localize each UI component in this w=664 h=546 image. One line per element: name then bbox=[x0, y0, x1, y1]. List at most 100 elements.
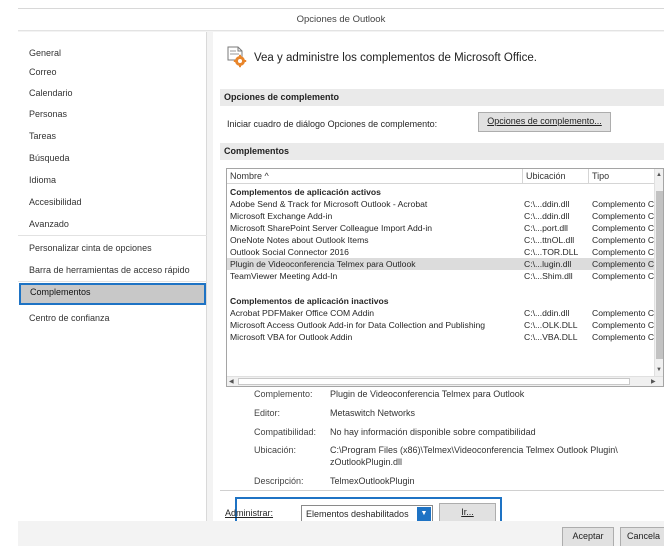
addin-type: Complemento C bbox=[592, 247, 655, 257]
nav-separator bbox=[18, 281, 207, 282]
window-title: Opciones de Outlook bbox=[296, 14, 386, 25]
group-header-inactive: Complementos de aplicación inactivos bbox=[230, 296, 389, 306]
title-bar: Opciones de Outlook bbox=[18, 9, 664, 31]
column-location[interactable]: Ubicación bbox=[523, 169, 589, 184]
table-row[interactable]: TeamViewer Meeting Add-In C:\...Shim.dll C… bbox=[227, 270, 657, 282]
outlook-options-window: Opciones de Outlook General Correo Calen… bbox=[0, 0, 664, 546]
nav-item-calendario[interactable]: Calendario bbox=[18, 84, 207, 103]
table-row[interactable]: Microsoft VBA for Outlook Addin C:\...VBA… bbox=[227, 331, 657, 343]
addin-location: C:\...port.dll bbox=[524, 223, 568, 233]
table-row[interactable]: Microsoft Exchange Add-in C:\...ddin.dll C… bbox=[227, 210, 657, 222]
addin-type: Complemento C bbox=[592, 308, 655, 318]
addin-type: Complemento C bbox=[592, 271, 655, 281]
go-button[interactable]: Ir... bbox=[439, 503, 496, 523]
addin-location: C:\...ddin.dll bbox=[524, 211, 570, 221]
go-button-label: Ir... bbox=[461, 507, 474, 517]
addin-name: Microsoft Access Outlook Add-in for Data… bbox=[230, 320, 486, 330]
addin-type: Complemento C bbox=[592, 199, 655, 209]
nav-item-idioma[interactable]: Idioma bbox=[18, 171, 207, 190]
detail-location-value: C:\Program Files (x86)\Telmex\Videoconfe… bbox=[330, 445, 618, 455]
scroll-left-icon[interactable]: ◀ bbox=[229, 378, 234, 386]
addin-type: Complemento C bbox=[592, 332, 655, 342]
addin-name: OneNote Notes about Outlook Items bbox=[230, 235, 369, 245]
nav-item-centro-confianza[interactable]: Centro de confianza bbox=[18, 309, 207, 328]
addin-location: C:\...lugin.dll bbox=[524, 259, 572, 269]
addin-name: Plugin de Videoconferencia Telmex para O… bbox=[230, 259, 416, 269]
nav-item-personalizar-cinta[interactable]: Personalizar cinta de opciones bbox=[18, 239, 207, 258]
addin-name: Outlook Social Connector 2016 bbox=[230, 247, 349, 257]
detail-description-value: TelmexOutlookPlugin bbox=[330, 476, 415, 486]
nav-item-accesibilidad[interactable]: Accesibilidad bbox=[18, 193, 207, 212]
ok-button[interactable]: Aceptar bbox=[562, 527, 614, 546]
nav-item-barra-acceso-rapido[interactable]: Barra de herramientas de acceso rápido bbox=[18, 261, 207, 280]
table-row[interactable]: Microsoft Access Outlook Add-in for Data… bbox=[227, 319, 657, 331]
detail-publisher-value: Metaswitch Networks bbox=[330, 408, 416, 418]
nav-item-correo[interactable]: Correo bbox=[18, 63, 207, 82]
addin-location: C:\...VBA.DLL bbox=[524, 332, 578, 342]
detail-compat-label: Compatibilidad: bbox=[254, 427, 317, 437]
addin-name: Microsoft SharePoint Server Colleague Im… bbox=[230, 223, 433, 233]
nav-item-busqueda[interactable]: Búsqueda bbox=[18, 149, 207, 168]
addin-name: Adobe Send & Track for Microsoft Outlook… bbox=[230, 199, 428, 209]
detail-addin-value: Plugin de Videoconferencia Telmex para O… bbox=[330, 389, 525, 399]
detail-addin-label: Complemento: bbox=[254, 389, 313, 399]
divider bbox=[220, 490, 664, 491]
horizontal-scrollbar[interactable]: ◀ ▶ bbox=[227, 376, 663, 386]
detail-location-label: Ubicación: bbox=[254, 445, 297, 455]
addin-type: Complemento C bbox=[592, 259, 655, 269]
cancel-button[interactable]: Cancela bbox=[620, 527, 664, 546]
addin-options-header: Opciones de complemento bbox=[220, 89, 664, 106]
addin-options-button-label: Opciones de complemento... bbox=[487, 116, 602, 126]
table-row[interactable]: Outlook Social Connector 2016 C:\...TOR.D… bbox=[227, 246, 657, 258]
addin-location: C:\...ddin.dll bbox=[524, 308, 570, 318]
addin-options-button[interactable]: Opciones de complemento... bbox=[478, 112, 611, 132]
detail-compat-value: No hay información disponible sobre comp… bbox=[330, 427, 536, 437]
list-header: Nombre ^ Ubicación Tipo bbox=[227, 169, 663, 184]
addin-type: Complemento C bbox=[592, 223, 655, 233]
addin-location: C:\...ttnOL.dll bbox=[524, 235, 575, 245]
scroll-up-icon[interactable]: ▲ bbox=[656, 171, 662, 179]
addin-location: C:\...ddin.dll bbox=[524, 199, 570, 209]
nav-item-personas[interactable]: Personas bbox=[18, 105, 207, 124]
table-row[interactable]: Adobe Send & Track for Microsoft Outlook… bbox=[227, 198, 657, 210]
column-type[interactable]: Tipo bbox=[589, 169, 659, 184]
table-row[interactable]: OneNote Notes about Outlook Items C:\...t… bbox=[227, 234, 657, 246]
column-name[interactable]: Nombre ^ bbox=[227, 169, 523, 184]
addin-name: TeamViewer Meeting Add-In bbox=[230, 271, 338, 281]
scroll-right-icon[interactable]: ▶ bbox=[651, 378, 656, 386]
addin-location: C:\...TOR.DLL bbox=[524, 247, 579, 257]
table-row-selected[interactable]: Plugin de Videoconferencia Telmex para O… bbox=[227, 258, 657, 270]
addins-panel: Vea y administre los complementos de Mic… bbox=[213, 32, 664, 528]
scroll-down-icon[interactable]: ▼ bbox=[656, 366, 662, 374]
addin-type: Complemento C bbox=[592, 235, 655, 245]
addin-name: Microsoft Exchange Add-in bbox=[230, 211, 333, 221]
addin-location: C:\...Shim.dll bbox=[524, 271, 573, 281]
addin-gear-icon bbox=[227, 46, 247, 68]
addin-type: Complemento C bbox=[592, 211, 655, 221]
table-row[interactable]: Microsoft SharePoint Server Colleague Im… bbox=[227, 222, 657, 234]
nav-item-general[interactable]: General bbox=[18, 44, 207, 63]
nav-separator bbox=[18, 235, 207, 236]
horizontal-scroll-thumb[interactable] bbox=[238, 378, 630, 385]
detail-publisher-label: Editor: bbox=[254, 408, 281, 418]
vertical-scrollbar[interactable]: ▲ ▼ bbox=[654, 169, 663, 376]
addin-type: Complemento C bbox=[592, 320, 655, 330]
dialog: Opciones de Outlook General Correo Calen… bbox=[18, 8, 664, 546]
addin-name: Acrobat PDFMaker Office COM Addin bbox=[230, 308, 375, 318]
addins-list[interactable]: Nombre ^ Ubicación Tipo Complementos de … bbox=[226, 168, 664, 387]
addin-location: C:\...OLK.DLL bbox=[524, 320, 578, 330]
nav-item-avanzado[interactable]: Avanzado bbox=[18, 215, 207, 234]
chevron-down-icon[interactable]: ▼ bbox=[417, 507, 431, 521]
manage-label: Administrar: bbox=[225, 508, 274, 518]
left-margin bbox=[0, 0, 18, 546]
options-nav: General Correo Calendario Personas Tarea… bbox=[18, 32, 207, 521]
dialog-footer: Aceptar Cancela bbox=[18, 521, 664, 546]
table-row[interactable]: Acrobat PDFMaker Office COM Addin C:\...d… bbox=[227, 307, 657, 319]
nav-item-complementos[interactable]: Complementos bbox=[19, 283, 206, 305]
detail-description-label: Descripción: bbox=[254, 476, 304, 486]
group-header-active: Complementos de aplicación activos bbox=[230, 187, 381, 197]
vertical-scroll-thumb[interactable] bbox=[656, 191, 663, 359]
addin-options-label: Iniciar cuadro de diálogo Opciones de co… bbox=[227, 119, 438, 129]
nav-item-tareas[interactable]: Tareas bbox=[18, 127, 207, 146]
addins-header: Complementos bbox=[220, 143, 664, 160]
